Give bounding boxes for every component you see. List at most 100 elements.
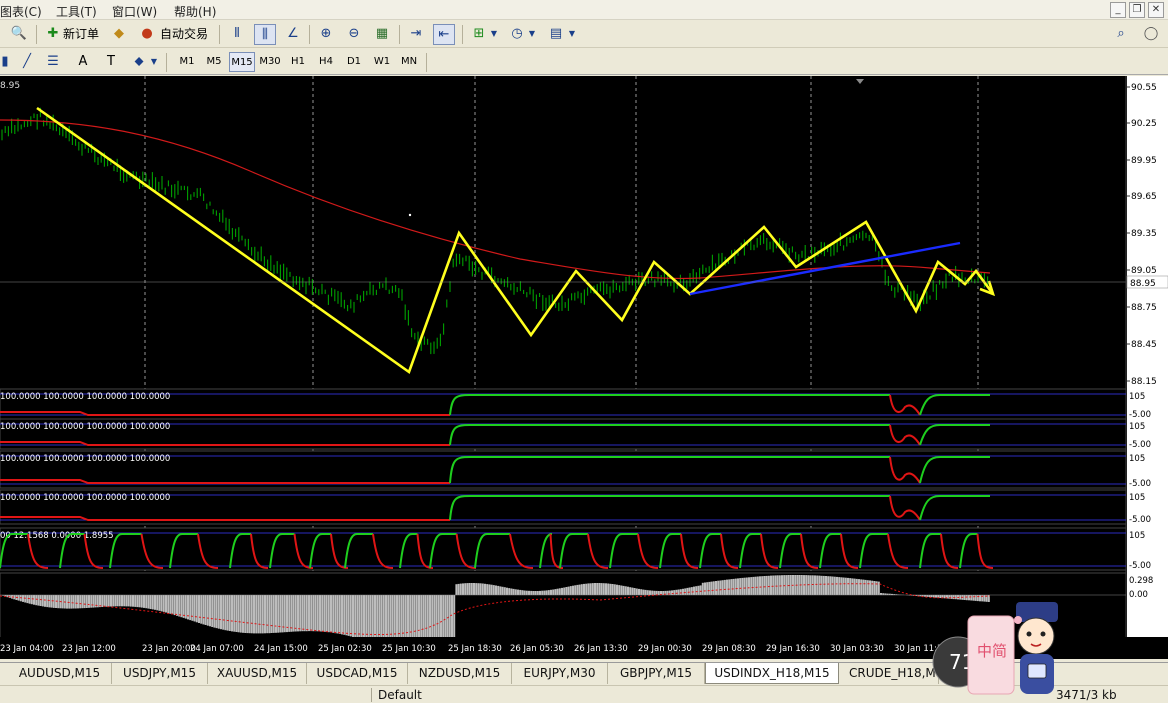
corner-value: 8.95 xyxy=(0,81,20,91)
timeframe-h4[interactable]: H4 xyxy=(313,52,339,72)
timeframe-mn[interactable]: MN xyxy=(396,52,422,72)
timeframe-m15[interactable]: M15 xyxy=(229,52,255,72)
histogram-bar xyxy=(492,585,495,595)
tab-usdcad[interactable]: USDCAD,M15 xyxy=(307,663,408,684)
price-chart-svg[interactable]: 90.55 90.25 89.95 89.65 89.35 89.05 88.75 88.45… xyxy=(0,76,1168,659)
timeframe-m5[interactable]: M5 xyxy=(201,52,227,72)
periods-icon[interactable]: ◷ xyxy=(506,24,528,45)
histogram-bar xyxy=(594,583,596,595)
histogram-bar xyxy=(607,583,610,595)
tab-nzdusd[interactable]: NZDUSD,M15 xyxy=(408,663,512,684)
chevron-down-icon[interactable]: ▼ xyxy=(526,24,538,45)
indicator-axis-top: 105 xyxy=(1129,454,1145,464)
histogram-bar xyxy=(121,595,123,607)
histogram-bar xyxy=(178,595,181,617)
histogram-bar xyxy=(22,595,24,602)
chat-icon[interactable]: ◯ xyxy=(1140,24,1162,45)
arrows-icon[interactable]: ⬥ xyxy=(128,52,150,73)
chart-area[interactable]: 90.55 90.25 89.95 89.65 89.35 89.05 88.75 88.45… xyxy=(0,76,1168,659)
price-tick-label: 89.35 xyxy=(1131,229,1157,239)
auto-trade-button[interactable]: 自动交易 xyxy=(160,25,208,42)
histogram-bar xyxy=(844,577,847,595)
text-label-icon[interactable]: T xyxy=(100,52,122,73)
tab-eurjpy[interactable]: EURJPY,M30 xyxy=(512,663,608,684)
indicators-icon[interactable]: ⊞ xyxy=(468,24,490,45)
templates-icon[interactable]: ▤ xyxy=(545,24,567,45)
chevron-down-icon[interactable]: ▼ xyxy=(148,52,160,73)
chevron-down-icon[interactable]: ▼ xyxy=(566,24,578,45)
indicator-axis-bottom: -5.00 xyxy=(1129,561,1151,571)
tab-usdjpy[interactable]: USDJPY,M15 xyxy=(112,663,208,684)
histogram-bar xyxy=(862,579,865,595)
histogram-bar xyxy=(213,595,216,628)
tab-audusd[interactable]: AUDUSD,M15 xyxy=(8,663,112,684)
histogram-bar xyxy=(624,586,627,595)
histogram-bar xyxy=(514,589,517,595)
candlestick-chart-icon[interactable]: ⫼ xyxy=(254,24,276,45)
histogram-bar xyxy=(741,577,744,595)
close-icon[interactable]: ✕ xyxy=(1148,2,1164,18)
histogram-bar xyxy=(237,595,240,633)
timeframe-m30[interactable]: M30 xyxy=(257,52,283,72)
line-chart-icon[interactable]: ∠ xyxy=(282,24,304,45)
histogram-bar xyxy=(778,575,781,595)
mascot-overlay[interactable]: 71 中简 xyxy=(930,598,1066,703)
timeframe-w1[interactable]: W1 xyxy=(369,52,395,72)
time-tick-label: 23 Jan 04:00 xyxy=(0,644,54,654)
histogram-bar xyxy=(495,585,497,595)
tab-gbpjpy[interactable]: GBPJPY,M15 xyxy=(608,663,705,684)
metaeditor-icon[interactable]: ◆ xyxy=(108,24,130,45)
menu-chart[interactable]: 图表(C) xyxy=(0,3,42,20)
chart-shift-icon[interactable]: ⇥ xyxy=(405,24,427,45)
bar-chart-icon[interactable]: ⫴ xyxy=(226,24,248,45)
histogram-bar xyxy=(882,593,885,595)
histogram-bar xyxy=(836,576,838,595)
status-profile[interactable]: Default xyxy=(378,688,422,702)
time-tick-label: 29 Jan 00:30 xyxy=(638,644,692,654)
histogram-bar xyxy=(473,583,475,595)
tab-usdindx-h18[interactable]: USDINDX_H18,M15 xyxy=(705,663,839,684)
new-order-icon[interactable]: ✚ xyxy=(42,24,64,45)
menu-tools[interactable]: 工具(T) xyxy=(56,3,97,20)
cursor-icon[interactable]: ▮ xyxy=(0,52,16,73)
timeframe-m1[interactable]: M1 xyxy=(174,52,200,72)
histogram-bar xyxy=(541,590,544,595)
histogram-bar xyxy=(743,577,746,595)
timeframe-d1[interactable]: D1 xyxy=(341,52,367,72)
histogram-bar xyxy=(556,588,559,595)
fibo-tool-icon[interactable]: ☰ xyxy=(42,52,64,73)
histogram-bar xyxy=(112,595,115,607)
tile-windows-icon[interactable]: ▦ xyxy=(371,24,393,45)
zoom-out-icon[interactable]: ⊖ xyxy=(343,24,365,45)
histogram-bar xyxy=(136,595,139,608)
chevron-down-icon[interactable]: ▼ xyxy=(488,24,500,45)
histogram-bar xyxy=(563,587,566,595)
auto-scroll-icon[interactable]: ⇤ xyxy=(433,24,455,45)
new-order-button[interactable]: 新订单 xyxy=(63,25,99,42)
histogram-bar xyxy=(613,584,616,595)
histogram-bar xyxy=(734,578,737,595)
restore-icon[interactable]: ❐ xyxy=(1129,2,1145,18)
menu-window[interactable]: 窗口(W) xyxy=(112,3,157,20)
line-tool-icon[interactable]: ╱ xyxy=(16,52,38,73)
histogram-bar xyxy=(620,585,623,595)
histogram-bar xyxy=(334,595,337,634)
price-tick-label: 90.55 xyxy=(1131,83,1157,93)
histogram-bar xyxy=(814,575,816,595)
timeframe-h1[interactable]: H1 xyxy=(285,52,311,72)
minimize-icon[interactable]: _ xyxy=(1110,2,1126,18)
histogram-bar xyxy=(68,595,71,609)
tab-xauusd[interactable]: XAUUSD,M15 xyxy=(208,663,307,684)
search-icon[interactable]: ⌕ xyxy=(1110,24,1132,45)
auto-trade-icon[interactable]: ● xyxy=(136,24,158,45)
histogram-bar xyxy=(728,579,731,595)
zoom-chart-icon[interactable]: 🔍 xyxy=(8,24,30,45)
histogram-bar xyxy=(371,595,374,643)
text-tool-icon[interactable]: A xyxy=(72,52,94,73)
moving-average-line xyxy=(0,119,991,280)
tab-crude-h18[interactable]: CRUDE_H18,M xyxy=(839,663,939,684)
histogram-bar xyxy=(710,581,713,595)
menu-help[interactable]: 帮助(H) xyxy=(174,3,216,20)
zoom-in-icon[interactable]: ⊕ xyxy=(315,24,337,45)
histogram-bar xyxy=(209,595,211,627)
